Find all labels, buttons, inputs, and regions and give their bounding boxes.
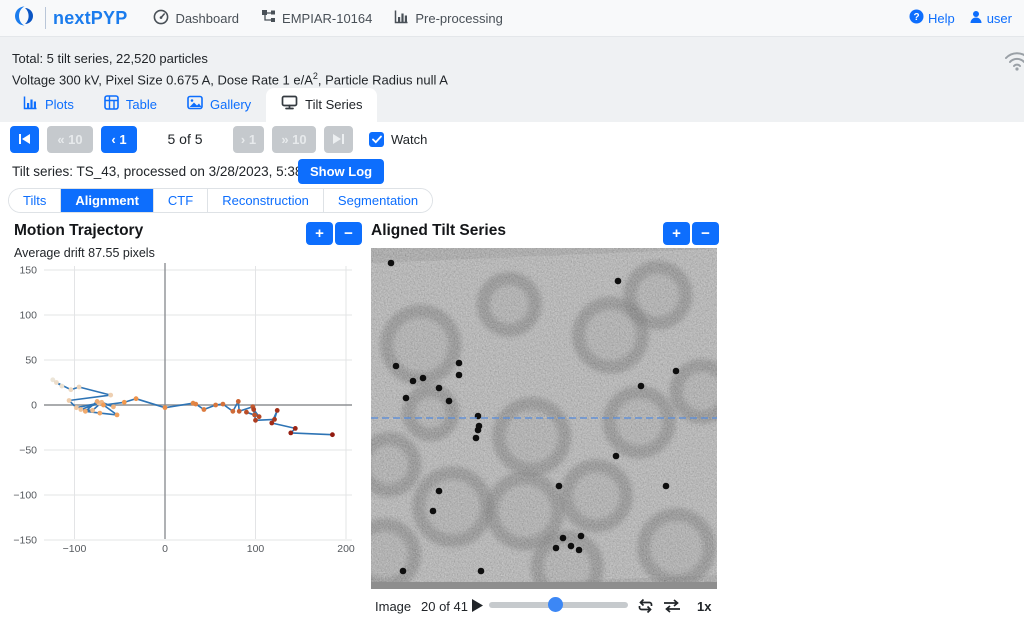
nav-dashboard[interactable]: Dashboard: [153, 9, 239, 28]
project-nodes-icon: [261, 9, 276, 27]
frame-counter: 20 of 41: [421, 599, 468, 614]
nav-preprocessing[interactable]: Pre-processing: [394, 9, 502, 27]
playback-speed[interactable]: 1x: [697, 599, 711, 614]
tab-gallery-label: Gallery: [210, 97, 251, 112]
aligned-zoom-in-button[interactable]: +: [663, 222, 690, 245]
brand[interactable]: nextPYP: [12, 3, 127, 34]
svg-text:100: 100: [247, 543, 265, 555]
back-1-button[interactable]: ‹ 1: [101, 126, 137, 153]
watch-checkbox[interactable]: [369, 132, 384, 147]
frame-slider-thumb[interactable]: [548, 597, 563, 612]
nav-project[interactable]: EMPIAR-10164: [261, 9, 372, 27]
chart-bars-icon: [394, 9, 409, 27]
series-info-text: Tilt series: TS_43, processed on 3/28/20…: [12, 164, 345, 179]
parameters-text-tail: , Particle Radius null A: [318, 72, 448, 87]
svg-text:−150: −150: [13, 535, 37, 547]
loop-icon[interactable]: [637, 598, 654, 617]
aligned-zoom-controls: + −: [663, 222, 719, 245]
tilt-series-pager: « 10 ‹ 1 5 of 5 › 1 » 10 Watch: [10, 125, 427, 153]
watch-label: Watch: [391, 132, 427, 147]
play-button[interactable]: [471, 598, 484, 616]
forward-10-button[interactable]: » 10: [272, 126, 316, 153]
motion-trajectory-title: Motion Trajectory: [14, 222, 143, 240]
svg-text:0: 0: [162, 543, 168, 555]
svg-text:0: 0: [31, 400, 37, 412]
motion-zoom-controls: + −: [306, 222, 362, 245]
gallery-image-icon: [187, 95, 203, 113]
totals-text: Total: 5 tilt series, 22,520 particles: [12, 51, 208, 66]
frame-slider[interactable]: [489, 602, 628, 608]
user-label: user: [987, 11, 1012, 26]
user-menu[interactable]: user: [969, 10, 1012, 27]
brand-divider: [45, 7, 46, 29]
dashboard-gauge-icon: [153, 9, 169, 28]
tab-tilt-series[interactable]: Tilt Series: [266, 88, 377, 122]
back-10-button[interactable]: « 10: [47, 126, 93, 153]
svg-text:−100: −100: [63, 543, 87, 555]
first-item-button[interactable]: [10, 126, 39, 153]
tab-alignment[interactable]: Alignment: [61, 189, 154, 212]
plots-icon: [23, 95, 38, 113]
motion-zoom-in-button[interactable]: +: [306, 222, 333, 245]
tab-gallery[interactable]: Gallery: [172, 88, 266, 122]
svg-text:200: 200: [337, 543, 355, 555]
tab-table[interactable]: Table: [89, 88, 172, 122]
forward-1-button[interactable]: › 1: [233, 126, 264, 153]
summary-band: Total: 5 tilt series, 22,520 particles V…: [0, 37, 1024, 122]
tab-tilts[interactable]: Tilts: [9, 189, 61, 212]
show-log-button[interactable]: Show Log: [298, 159, 384, 184]
tab-table-label: Table: [126, 97, 157, 112]
nav-dashboard-label: Dashboard: [175, 11, 239, 26]
parameters-text: Voltage 300 kV, Pixel Size 0.675 A, Dose…: [12, 71, 448, 87]
tab-ctf[interactable]: CTF: [154, 189, 208, 212]
tab-plots-label: Plots: [45, 97, 74, 112]
user-icon: [969, 10, 983, 27]
help-icon: ?: [909, 9, 924, 27]
view-tab-bar: Plots Table Gallery Tilt Series: [8, 88, 377, 122]
svg-text:−50: −50: [19, 445, 37, 457]
brand-name: nextPYP: [53, 8, 127, 29]
image-label: Image: [375, 599, 411, 614]
motion-zoom-out-button[interactable]: −: [335, 222, 362, 245]
svg-text:50: 50: [25, 355, 37, 367]
nextpyp-logo-icon: [12, 3, 38, 34]
last-item-button[interactable]: [324, 126, 353, 153]
monitor-icon: [281, 95, 298, 113]
parameters-text-main: Voltage 300 kV, Pixel Size 0.675 A, Dose…: [12, 72, 313, 87]
pager-position: 5 of 5: [137, 131, 233, 147]
tab-tilt-series-label: Tilt Series: [305, 97, 362, 112]
nav-project-label: EMPIAR-10164: [282, 11, 372, 26]
connection-wifi-icon: [1004, 49, 1024, 76]
svg-text:100: 100: [19, 310, 37, 322]
aligned-tilt-series-title: Aligned Tilt Series: [371, 222, 506, 240]
watch-toggle[interactable]: Watch: [369, 132, 427, 147]
tab-plots[interactable]: Plots: [8, 88, 89, 122]
table-icon: [104, 95, 119, 113]
help-label: Help: [928, 11, 955, 26]
aligned-tilt-micrograph[interactable]: [371, 248, 717, 589]
top-navbar: nextPYP Dashboard EMPIAR-10164 Pre-proce…: [0, 0, 1024, 37]
nextpyp-app: nextPYP Dashboard EMPIAR-10164 Pre-proce…: [0, 0, 1024, 638]
motion-trajectory-chart: 150 100 50 0 −50 −100 −150 −100 0 100 200: [0, 258, 360, 558]
svg-text:?: ?: [913, 12, 919, 23]
swap-direction-icon[interactable]: [663, 599, 681, 616]
svg-text:150: 150: [19, 265, 37, 277]
svg-text:−100: −100: [13, 490, 37, 502]
navbar-right: ? Help user: [909, 9, 1012, 27]
detail-tab-bar: Tilts Alignment CTF Reconstruction Segme…: [8, 188, 433, 213]
aligned-zoom-out-button[interactable]: −: [692, 222, 719, 245]
help-link[interactable]: ? Help: [909, 9, 955, 27]
tab-reconstruction[interactable]: Reconstruction: [208, 189, 324, 212]
tab-segmentation[interactable]: Segmentation: [324, 189, 432, 212]
nav-preprocessing-label: Pre-processing: [415, 11, 502, 26]
